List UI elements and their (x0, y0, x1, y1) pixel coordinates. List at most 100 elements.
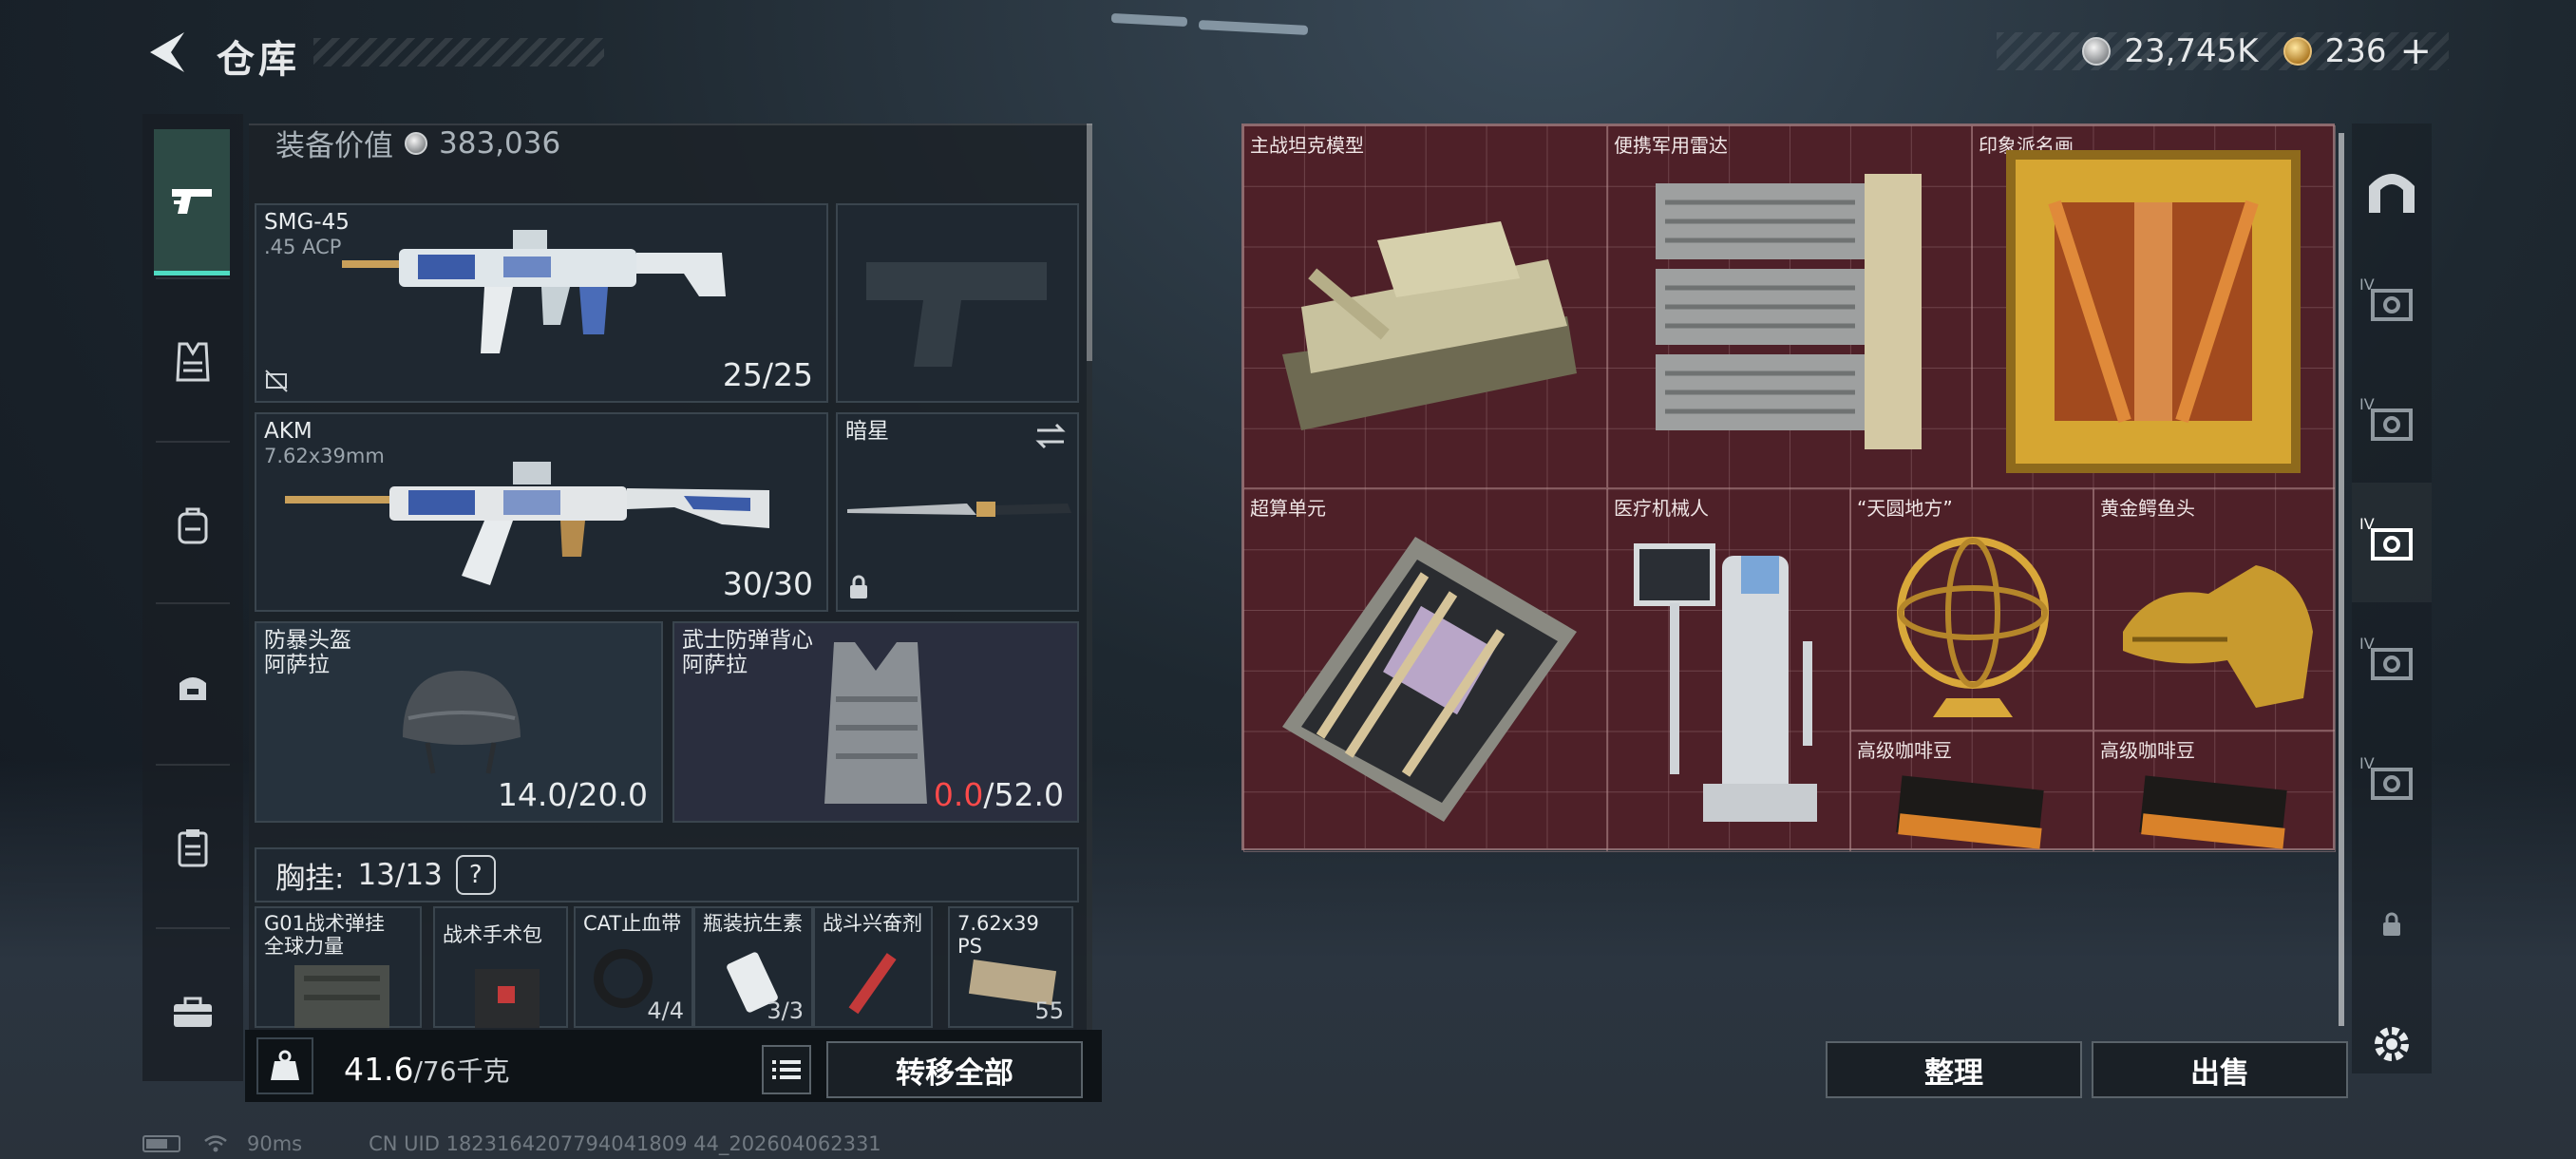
storage-tab[interactable]: IV (2352, 363, 2432, 483)
storage-tab[interactable]: IV (2352, 243, 2432, 363)
transfer-all-button[interactable]: 转移全部 (826, 1041, 1083, 1098)
status-line: 90ms CN UID 1823164207794041809 44_20260… (142, 1132, 881, 1155)
smg-weapon-image (342, 230, 726, 353)
item-name: “天圆地方” (1857, 497, 1953, 520)
warehouse-item[interactable]: “天圆地方” (1850, 488, 2093, 731)
storage-tab-home[interactable] (2352, 131, 2432, 251)
nav-toolbox[interactable] (142, 931, 243, 1092)
currency-bar: 23,745K 236 + (1997, 29, 2449, 73)
nav-backpack[interactable] (142, 445, 243, 606)
tier-label: IV (2359, 276, 2375, 294)
melee-name: 暗星 (845, 419, 889, 444)
storage-tab[interactable]: IV (2352, 722, 2432, 842)
impressionist-painting-image (2006, 150, 2301, 473)
sort-button[interactable]: 整理 (1826, 1041, 2082, 1098)
warehouse-item[interactable]: 便携军用雷达 (1607, 125, 1972, 488)
ping-value: 90ms (247, 1132, 303, 1155)
rig-item-variant: PS (957, 935, 982, 958)
lock-icon (2383, 912, 2400, 936)
warehouse-item[interactable]: 高级咖啡豆 (2093, 731, 2336, 852)
helmet-name: 防暴头盔 (264, 628, 351, 653)
nav-weapons[interactable] (154, 129, 230, 276)
tier-label: IV (2359, 395, 2375, 413)
rig-item-name: 战术手术包 (443, 923, 542, 946)
gold-coin-icon (2282, 37, 2312, 66)
secondary-weapon-slot[interactable]: AKM 7.62x39mm 30/30 (255, 412, 828, 612)
armor-origin: 阿萨拉 (682, 653, 748, 677)
list-view-button[interactable] (762, 1045, 811, 1094)
warehouse-grid: 主战坦克模型 便携军用雷达 印象派名画 超算单元 医疗机械人 “天圆地方” 黄金… (1241, 124, 2336, 852)
add-currency-button[interactable]: + (2399, 29, 2432, 73)
weight-icon (271, 1050, 299, 1080)
helmet-durability: 14.0/20.0 (497, 776, 648, 813)
clipboard-icon (178, 829, 208, 867)
chest-rig-count: 13/13 (357, 858, 443, 892)
rig-item[interactable]: 7.62x39 PS 55 (948, 906, 1073, 1028)
warehouse-item[interactable]: 主战坦克模型 (1243, 125, 1607, 488)
nav-clipboard[interactable] (142, 768, 243, 929)
warehouse-item[interactable]: 印象派名画 (1972, 125, 2336, 488)
tier-label: IV (2359, 635, 2375, 653)
wifi-icon (204, 1135, 227, 1152)
military-radar-image (1656, 174, 1922, 449)
back-arrow-icon (150, 32, 184, 72)
warehouse-item[interactable]: 高级咖啡豆 (1850, 731, 2093, 852)
category-nav (142, 114, 243, 1081)
rig-item-qty: 55 (1034, 998, 1064, 1024)
equipment-scroll-thumb[interactable] (1087, 124, 1092, 361)
helmet-slot[interactable]: 防暴头盔 阿萨拉 14.0/20.0 (255, 621, 663, 823)
rig-item-qty: 4/4 (647, 998, 684, 1024)
armor-slot[interactable]: 武士防弹背心 阿萨拉 0.0/52.0 (672, 621, 1079, 823)
carry-weight: 41.6/76千克 (344, 1051, 510, 1089)
weapon-ammo-count: 30/30 (722, 565, 813, 602)
settings-button[interactable] (2352, 984, 2432, 1104)
rig-item[interactable]: G01战术弹挂 全球力量 (255, 906, 422, 1028)
rig-item[interactable]: 战斗兴奋剂 (813, 906, 933, 1028)
warehouse-item[interactable]: 医疗机械人 (1607, 488, 1850, 852)
rig-item[interactable]: CAT止血带 4/4 (574, 906, 693, 1028)
supercomputer-unit-image (1282, 537, 1577, 822)
tank-model-image (1282, 221, 1577, 430)
nav-vest[interactable] (142, 281, 243, 443)
pistol-icon (172, 188, 212, 214)
storage-nav: IV IV IV IV IV (2352, 124, 2432, 1074)
warehouse-item[interactable]: 超算单元 (1243, 488, 1607, 852)
carry-weight-current: 41.6 (344, 1051, 414, 1088)
toolbox-icon (174, 997, 212, 1027)
pistol-slot-empty[interactable] (836, 203, 1079, 403)
lock-icon (850, 575, 867, 598)
warehouse-item[interactable]: 黄金鳄鱼头 (2093, 488, 2336, 731)
nav-bag[interactable] (142, 606, 243, 768)
stimulant-injector-image (848, 953, 897, 1015)
armor-durability: 0.0/52.0 (934, 776, 1064, 813)
weapon-ammo-count: 25/25 (722, 356, 813, 393)
list-icon (772, 1060, 801, 1079)
rig-item[interactable]: 瓶装抗生素 3/3 (693, 906, 813, 1028)
primary-weapon-slot[interactable]: SMG-45 .45 ACP 25/25 (255, 203, 828, 403)
ceiling-light (1198, 19, 1309, 36)
weight-button[interactable] (256, 1037, 313, 1094)
equipment-value-label: 装备价值 (275, 129, 393, 163)
coffee-beans-image (2139, 775, 2287, 849)
rig-item[interactable]: 战术手术包 (433, 906, 568, 1028)
equipment-value: 装备价值 383,036 (275, 122, 560, 164)
help-button[interactable]: ? (455, 855, 496, 895)
sell-button[interactable]: 出售 (2092, 1041, 2348, 1098)
swap-icon[interactable] (1033, 422, 1068, 450)
gold-currency-value: 236 (2324, 32, 2387, 70)
silver-currency-value: 23,745K (2124, 32, 2259, 70)
bag-icon (180, 677, 206, 700)
storage-tab[interactable]: IV (2352, 602, 2432, 722)
arch-icon (2369, 174, 2415, 213)
storage-tab-locked[interactable] (2352, 864, 2432, 984)
warehouse-scrollbar[interactable] (2339, 133, 2344, 1026)
back-button[interactable] (142, 27, 190, 78)
helmet-image (403, 671, 521, 774)
item-name: 黄金鳄鱼头 (2100, 497, 2195, 520)
item-name: 主战坦克模型 (1250, 134, 1364, 157)
silver-coin-icon (405, 131, 427, 155)
gear-icon (2375, 1027, 2409, 1061)
ceiling-light (1110, 12, 1188, 28)
melee-slot[interactable]: 暗星 (836, 412, 1079, 612)
storage-tab-active[interactable]: IV (2352, 483, 2432, 602)
